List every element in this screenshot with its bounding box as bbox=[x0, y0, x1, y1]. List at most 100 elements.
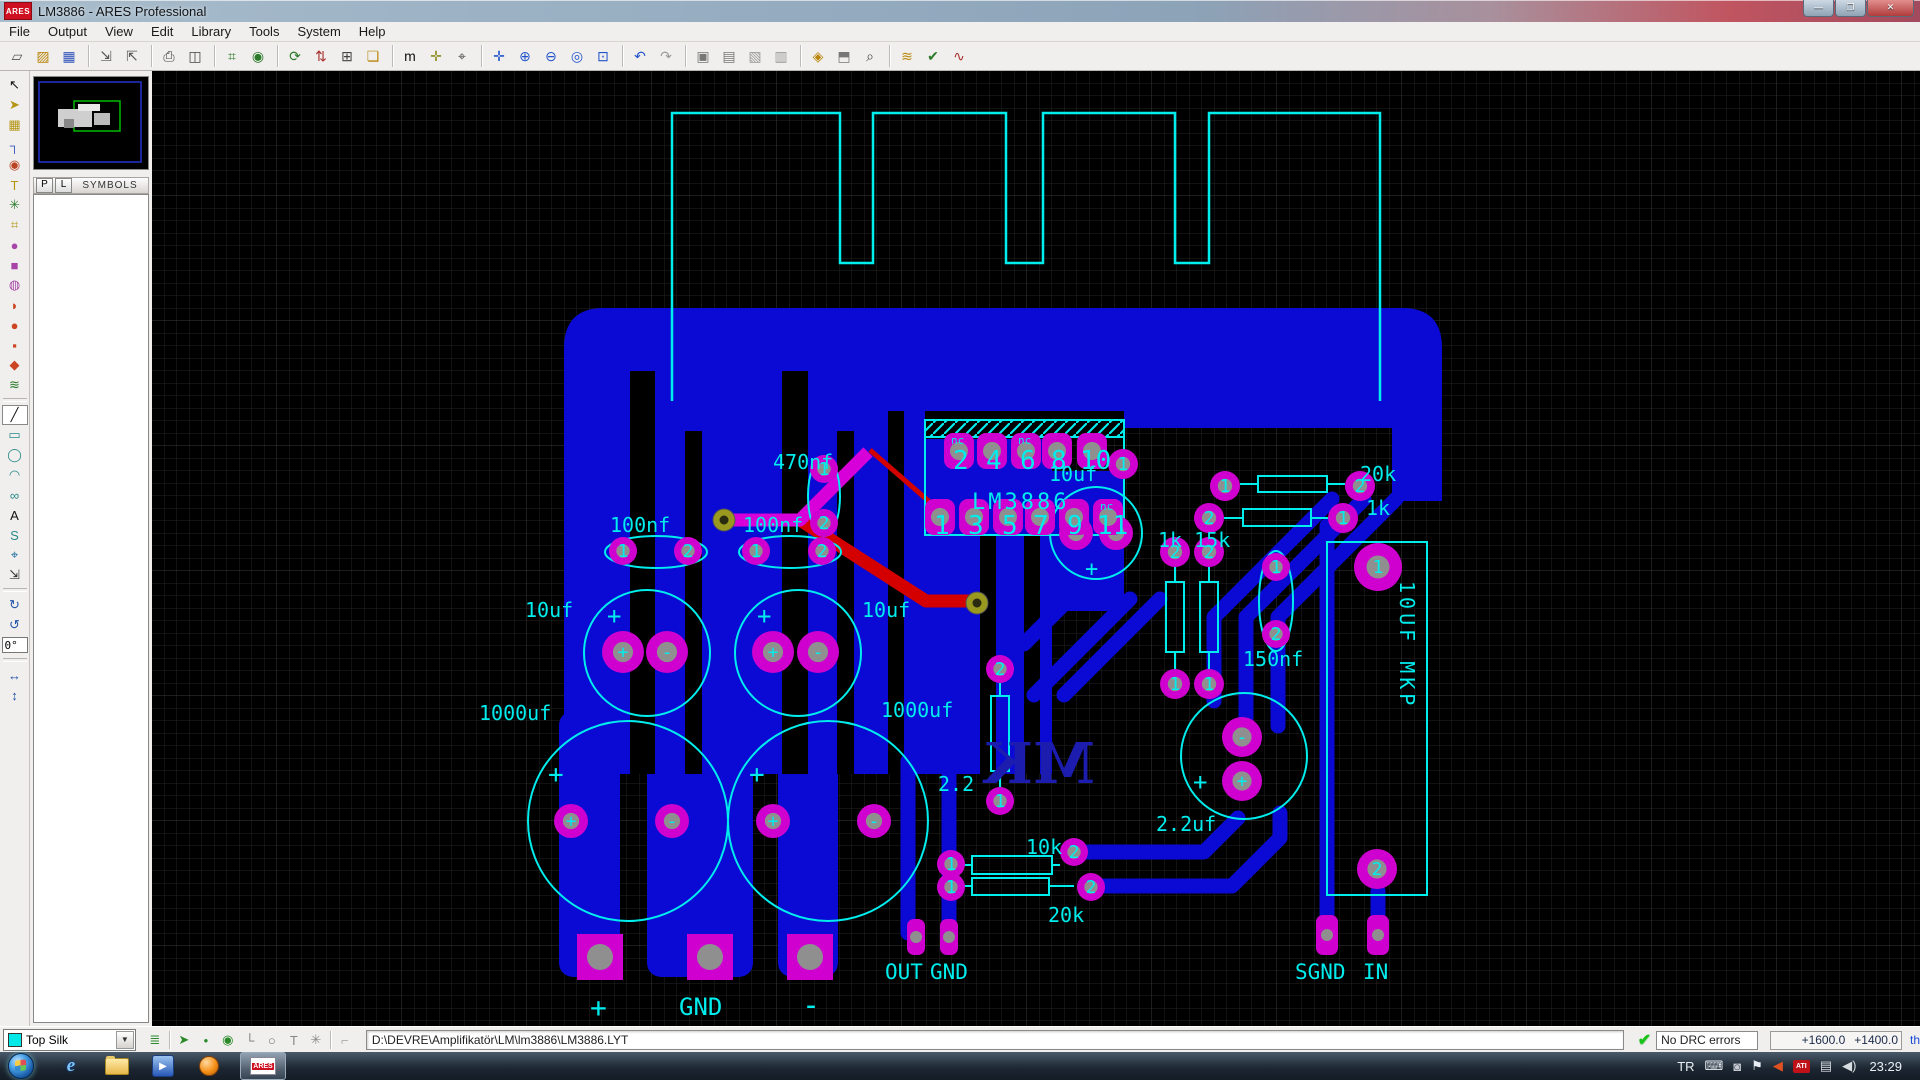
line-2d-tool[interactable]: ╱ bbox=[1, 405, 28, 425]
symbol-2d-tool[interactable]: S bbox=[2, 525, 28, 545]
overview-minimap[interactable] bbox=[33, 76, 149, 170]
padstack-tool[interactable]: ≋ bbox=[2, 375, 28, 395]
selection-tool[interactable]: ↖ bbox=[2, 75, 28, 95]
block-copy[interactable]: ▣ bbox=[690, 44, 716, 68]
grid-toggle[interactable]: ⊞ bbox=[334, 44, 360, 68]
print-layout[interactable]: ⎙ bbox=[156, 44, 182, 68]
menu-help[interactable]: Help bbox=[350, 24, 395, 39]
zoom-all[interactable]: ◎ bbox=[564, 44, 590, 68]
box-2d-tool[interactable]: ▭ bbox=[2, 425, 28, 445]
text-2d-tool[interactable]: A bbox=[2, 505, 28, 525]
object-selector-list[interactable] bbox=[33, 194, 149, 1023]
via-filter[interactable]: ○ bbox=[261, 1030, 283, 1050]
plane-top-band[interactable] bbox=[564, 308, 1442, 428]
layer-stack-filter[interactable]: ≣ bbox=[144, 1030, 166, 1050]
metric-toggle[interactable]: m bbox=[397, 44, 423, 68]
network-tray-icon[interactable]: ▤ bbox=[1820, 1058, 1832, 1074]
flip-horizontal-button[interactable]: ↔ bbox=[2, 665, 28, 685]
menu-library[interactable]: Library bbox=[182, 24, 240, 39]
redraw[interactable]: ⟳ bbox=[282, 44, 308, 68]
pad-filter[interactable]: ◉ bbox=[217, 1030, 239, 1050]
make-package[interactable]: ⬒ bbox=[831, 44, 857, 68]
layer-display[interactable]: ❏ bbox=[360, 44, 386, 68]
new-layout[interactable]: ▱ bbox=[4, 44, 30, 68]
minimize-button[interactable]: — bbox=[1803, 0, 1834, 17]
menu-file[interactable]: File bbox=[0, 24, 39, 39]
round-pad-tool[interactable]: ● bbox=[2, 235, 28, 255]
combo-dropdown-arrow-icon[interactable]: ▼ bbox=[115, 1031, 134, 1049]
component-tool[interactable]: ➤ bbox=[2, 95, 28, 115]
rect-smt-pad-tool[interactable]: ▪ bbox=[2, 335, 28, 355]
rotation-angle-field[interactable]: 0° bbox=[1, 637, 28, 653]
pin-filter[interactable]: • bbox=[195, 1030, 217, 1050]
redo[interactable]: ↷ bbox=[653, 44, 679, 68]
taskbar-clock[interactable]: 23:29 bbox=[1869, 1059, 1902, 1074]
ratsnest-tool[interactable]: ✳ bbox=[2, 195, 28, 215]
path-2d-tool[interactable]: ∞ bbox=[2, 485, 28, 505]
auto-router[interactable]: ≋ bbox=[894, 44, 920, 68]
connectivity-highlight-tool[interactable]: ⌗ bbox=[2, 215, 28, 235]
load-netlist[interactable]: ⌗ bbox=[219, 44, 245, 68]
menu-view[interactable]: View bbox=[96, 24, 142, 39]
route-mode[interactable]: ⌐ bbox=[334, 1030, 356, 1050]
block-rotate[interactable]: ▧ bbox=[742, 44, 768, 68]
file-explorer-taskbar-icon[interactable] bbox=[104, 1055, 130, 1077]
trace-tool[interactable]: ┐ bbox=[2, 135, 28, 155]
keyboard-tray-icon[interactable]: ⌨ bbox=[1705, 1058, 1724, 1074]
pick-button[interactable]: P bbox=[36, 178, 53, 193]
poly-smt-pad-tool[interactable]: ◆ bbox=[2, 355, 28, 375]
marker-tool[interactable]: ⌖ bbox=[2, 545, 28, 565]
action-center-flag-icon[interactable]: ⚑ bbox=[1751, 1058, 1763, 1074]
media-player-taskbar-icon[interactable]: ▶ bbox=[150, 1055, 176, 1077]
close-button[interactable]: ✕ bbox=[1867, 0, 1914, 17]
ratsnest-filter[interactable]: ✳ bbox=[305, 1030, 327, 1050]
circle-smt-pad-tool[interactable]: ● bbox=[2, 315, 28, 335]
menu-output[interactable]: Output bbox=[39, 24, 96, 39]
block-move[interactable]: ▤ bbox=[716, 44, 742, 68]
zone-tool[interactable]: T bbox=[2, 175, 28, 195]
package-tool[interactable]: ▦ bbox=[2, 115, 28, 135]
set-output-area[interactable]: ◫ bbox=[182, 44, 208, 68]
layer-selector-combo[interactable]: Top Silk ▼ bbox=[3, 1029, 136, 1051]
zoom-in[interactable]: ⊕ bbox=[512, 44, 538, 68]
via-tool[interactable]: ◉ bbox=[2, 155, 28, 175]
plane-right-patch[interactable] bbox=[1392, 428, 1442, 501]
language-indicator[interactable]: TR bbox=[1677, 1059, 1694, 1074]
circle-2d-tool[interactable]: ◯ bbox=[2, 445, 28, 465]
menu-edit[interactable]: Edit bbox=[142, 24, 182, 39]
design-rule-check[interactable]: ✔ bbox=[920, 44, 946, 68]
pick-parts[interactable]: ◈ bbox=[805, 44, 831, 68]
trace-filter[interactable]: └ bbox=[239, 1030, 261, 1050]
pcb-editing-canvas[interactable]: 1 2 1 2 + - + -1 2 + - + -1 2 2 1 2 1 2 1 1 2 1 2- +2 1 1 2 1 2 1 100nf… bbox=[152, 71, 1920, 1026]
save-layout[interactable]: ▦ bbox=[56, 44, 82, 68]
library-button[interactable]: L bbox=[55, 178, 72, 193]
search-tag[interactable]: ⌕ bbox=[857, 44, 883, 68]
drc-status-text[interactable]: No DRC errors bbox=[1656, 1030, 1759, 1050]
connectivity-check[interactable]: ∿ bbox=[946, 44, 972, 68]
speaker-tray-icon[interactable]: ◀) bbox=[1842, 1058, 1856, 1074]
ati-tray-icon[interactable]: ATI bbox=[1792, 1059, 1810, 1073]
rotate-cw-button[interactable]: ↻ bbox=[2, 595, 28, 615]
x-cursor[interactable]: ⌖ bbox=[449, 44, 475, 68]
ares-taskbar-button-active[interactable]: ARES bbox=[240, 1052, 286, 1080]
dimension-tool[interactable]: ⇲ bbox=[2, 565, 28, 585]
maximize-button[interactable]: ❐ bbox=[1835, 0, 1866, 17]
open-layout[interactable]: ▨ bbox=[30, 44, 56, 68]
arc-2d-tool[interactable]: ◠ bbox=[2, 465, 28, 485]
snipping-tray-icon[interactable]: ◙ bbox=[1733, 1059, 1741, 1074]
flip-board[interactable]: ⇅ bbox=[308, 44, 334, 68]
edge-pad-tool[interactable]: ◗ bbox=[2, 295, 28, 315]
component-filter[interactable]: ➤ bbox=[173, 1030, 195, 1050]
pan[interactable]: ✛ bbox=[486, 44, 512, 68]
flip-vertical-button[interactable]: ↕ bbox=[2, 685, 28, 705]
zoom-out[interactable]: ⊖ bbox=[538, 44, 564, 68]
zone-filter[interactable]: T bbox=[283, 1030, 305, 1050]
rotate-ccw-button[interactable]: ↺ bbox=[2, 615, 28, 635]
false-origin[interactable]: ✛ bbox=[423, 44, 449, 68]
import-section[interactable]: ⇲ bbox=[93, 44, 119, 68]
undo[interactable]: ↶ bbox=[627, 44, 653, 68]
volume-mixer-tray-icon[interactable]: ◀ bbox=[1773, 1058, 1783, 1074]
block-delete[interactable]: ▥ bbox=[768, 44, 794, 68]
menu-system[interactable]: System bbox=[288, 24, 349, 39]
start-button[interactable] bbox=[8, 1053, 34, 1079]
